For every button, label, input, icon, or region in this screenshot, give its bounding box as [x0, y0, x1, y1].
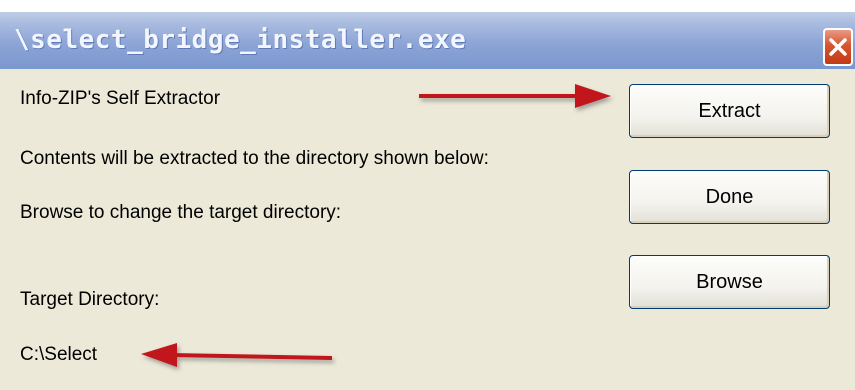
top-strip — [0, 0, 855, 12]
arrow-right-icon — [419, 84, 611, 108]
dialog-window: \select_bridge_installer.exe Info-ZIP's … — [0, 0, 855, 390]
done-button[interactable]: Done — [629, 170, 830, 224]
close-button[interactable] — [823, 28, 853, 66]
title-bar[interactable]: \select_bridge_installer.exe — [0, 12, 855, 69]
browse-hint: Browse to change the target directory: — [20, 202, 342, 223]
close-icon — [829, 38, 847, 56]
target-directory-label: Target Directory: — [20, 289, 160, 310]
target-directory-value: C:\Select — [20, 344, 98, 365]
info-line: Contents will be extracted to the direct… — [20, 148, 489, 169]
window-title: \select_bridge_installer.exe — [14, 25, 467, 55]
extractor-heading: Info-ZIP's Self Extractor — [20, 88, 221, 109]
arrow-left-icon — [141, 343, 333, 367]
browse-button[interactable]: Browse — [629, 255, 830, 309]
extract-button[interactable]: Extract — [629, 84, 830, 138]
